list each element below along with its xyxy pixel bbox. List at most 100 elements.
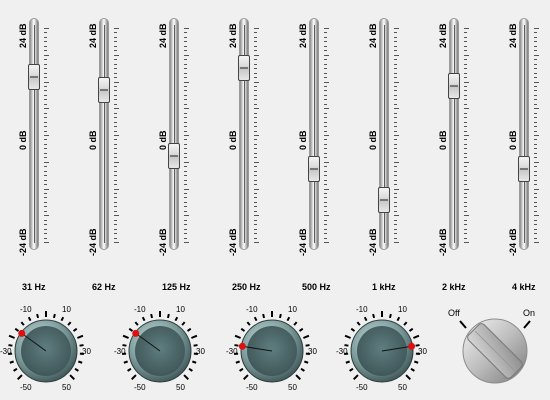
knob-tick — [72, 327, 78, 332]
scale-min-label: -24 dB — [18, 228, 28, 256]
slider-thumb[interactable] — [308, 156, 320, 182]
slider-thumb[interactable] — [518, 156, 530, 182]
eq-band: 24 dB 0 dB -24 dB 31 Hz — [18, 0, 88, 292]
slider-track[interactable] — [29, 18, 39, 250]
tick-mark — [394, 121, 397, 123]
knob-tick — [188, 367, 193, 372]
eq-band: 24 dB 0 dB -24 dB 250 Hz — [228, 0, 298, 292]
tick-mark — [44, 206, 47, 208]
slider-track[interactable] — [449, 18, 459, 250]
tick-mark — [184, 215, 189, 217]
knob-tick — [405, 374, 411, 380]
tick-mark — [324, 45, 327, 47]
tick-mark — [464, 148, 467, 150]
tick-mark — [44, 210, 47, 212]
knob-tick — [243, 374, 249, 380]
tick-mark — [254, 63, 257, 65]
power-switch[interactable]: Off On — [448, 303, 548, 393]
gain-knob[interactable]: -10 10 -30 30 -50 50 — [336, 303, 427, 393]
tick-mark — [114, 228, 117, 230]
tick-mark — [114, 72, 117, 74]
rotary-switch-knob[interactable] — [448, 303, 548, 393]
scale-min-label: -24 dB — [368, 228, 378, 256]
tick-mark — [534, 68, 537, 70]
slider-thumb[interactable] — [168, 142, 180, 169]
tick-mark — [44, 143, 47, 145]
tick-mark — [184, 81, 189, 83]
slider-track[interactable] — [519, 18, 529, 250]
tick-mark — [324, 161, 329, 163]
knob-tick — [235, 360, 240, 364]
knob-tick — [305, 344, 310, 347]
knob-dial[interactable] — [338, 303, 428, 393]
tick-mark — [254, 242, 259, 243]
gain-knob[interactable]: -10 10 -30 30 -50 50 — [114, 303, 205, 393]
knob-tick — [344, 344, 349, 347]
tick-mark — [114, 170, 117, 172]
knob-tick — [410, 367, 415, 372]
tick-mark — [464, 233, 467, 235]
tick-mark — [464, 161, 469, 163]
knob-dial[interactable] — [2, 303, 92, 393]
tick-mark — [184, 224, 187, 226]
knob-scale-label: -50 — [356, 383, 368, 392]
knob-value-marker — [238, 342, 246, 350]
tick-mark — [254, 219, 257, 221]
tick-mark — [394, 143, 397, 145]
tick-mark — [534, 143, 537, 145]
tick-mark — [44, 228, 47, 230]
tick-mark — [324, 50, 327, 52]
tick-mark — [534, 161, 539, 163]
scale-min-label: -24 dB — [438, 228, 448, 256]
tick-mark — [534, 228, 537, 230]
tick-mark — [324, 184, 327, 186]
tick-mark — [324, 170, 327, 172]
slider-track[interactable] — [309, 18, 319, 250]
knob-dial[interactable] — [228, 303, 318, 393]
tick-mark — [394, 148, 397, 150]
tick-mark — [44, 63, 47, 65]
tick-mark — [254, 103, 257, 105]
tick-mark — [114, 130, 117, 132]
tick-mark — [324, 135, 329, 136]
knob-tick — [403, 321, 408, 326]
tick-mark — [394, 112, 397, 114]
slider-track[interactable] — [99, 18, 109, 250]
tick-mark — [464, 28, 469, 29]
tick-mark — [184, 139, 187, 141]
tick-mark — [44, 166, 47, 168]
knob-tick — [8, 334, 15, 339]
tick-mark — [114, 201, 117, 203]
slider-track[interactable] — [169, 18, 179, 250]
slider-thumb[interactable] — [28, 64, 40, 91]
scale-mid-label: 0 dB — [158, 130, 168, 150]
scale-mid-label: 0 dB — [438, 130, 448, 150]
tick-mark — [114, 126, 117, 128]
knob-tick — [350, 327, 356, 332]
gain-knob[interactable]: -10 10 -30 30 -50 50 — [0, 303, 91, 393]
gain-knob[interactable]: -10 10 -30 30 -50 50 — [226, 303, 317, 393]
slider-thumb[interactable] — [98, 77, 110, 104]
tick-mark — [44, 233, 47, 235]
tick-mark — [534, 45, 537, 47]
tick-mark — [114, 148, 117, 150]
slider-track[interactable] — [379, 18, 389, 250]
scale-mid-label: 0 dB — [508, 130, 518, 150]
tick-mark — [184, 233, 187, 235]
knob-dial[interactable] — [116, 303, 206, 393]
tick-mark — [114, 210, 117, 212]
tick-mark — [184, 59, 187, 61]
frequency-label: 31 Hz — [22, 282, 46, 292]
slider-thumb[interactable] — [238, 55, 250, 82]
slider-thumb[interactable] — [448, 72, 460, 99]
slider-track[interactable] — [239, 18, 249, 250]
tick-mark — [324, 63, 327, 65]
knob-tick — [304, 360, 309, 364]
tick-mark — [44, 175, 47, 177]
tick-mark — [394, 206, 397, 208]
tick-mark — [114, 161, 119, 163]
slider-thumb[interactable] — [378, 186, 390, 213]
scale-max-label: 24 dB — [298, 23, 308, 48]
knob-scale-label: -30 — [0, 347, 12, 356]
tick-mark — [44, 54, 49, 56]
